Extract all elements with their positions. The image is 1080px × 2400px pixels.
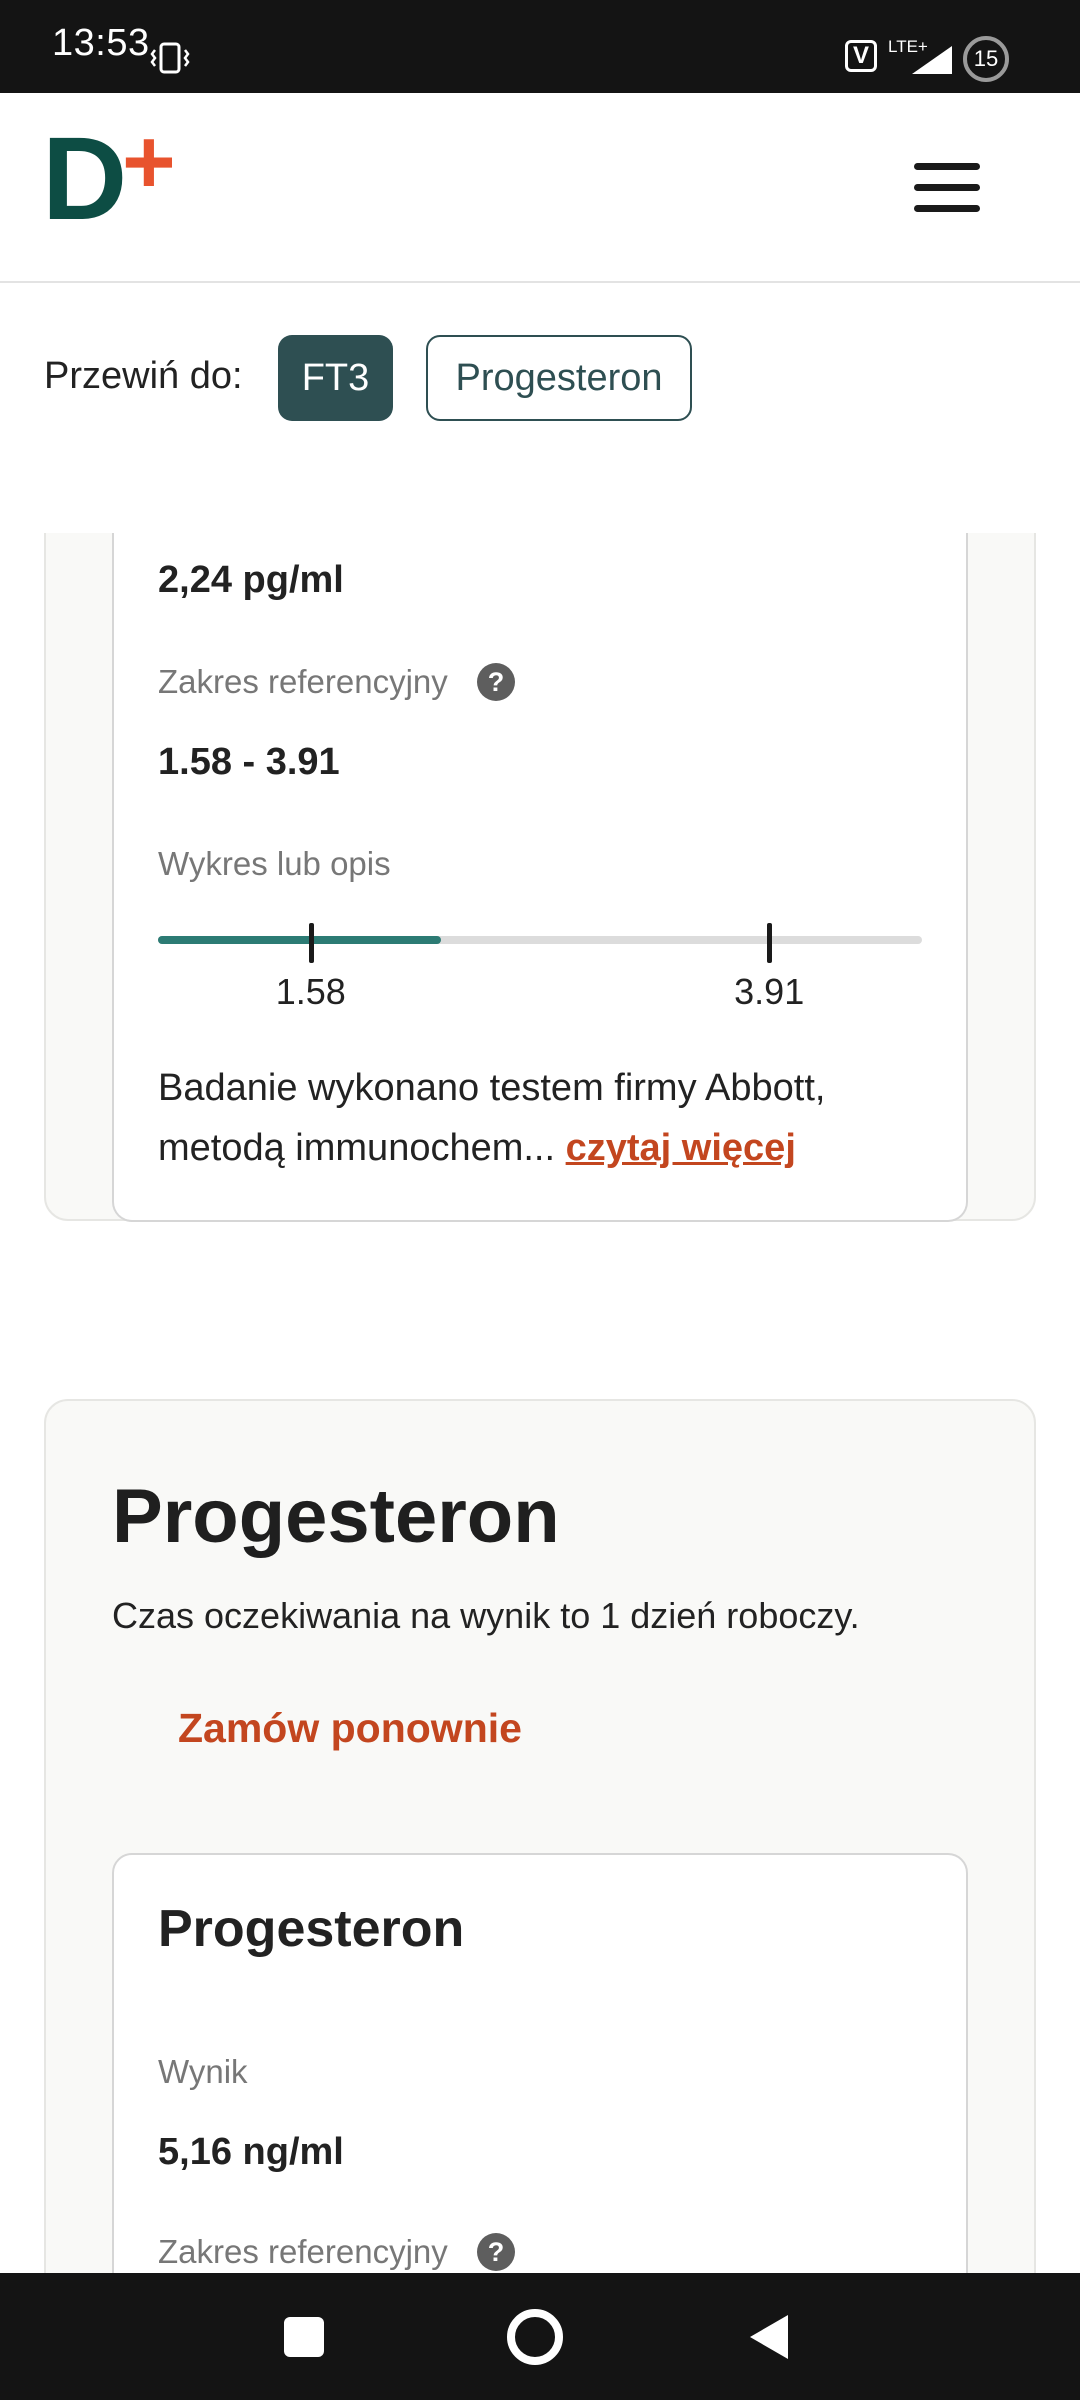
recents-square-icon[interactable] [284,2317,324,2357]
volte-icon: V [845,40,877,72]
range-max-label: 3.91 [734,971,805,1012]
ft3-reference-value: 1.58 - 3.91 [158,741,340,783]
system-navigation-bar [0,2273,1080,2400]
progesteron-card-title: Progesteron [158,1900,465,1958]
chip-progesteron[interactable]: Progesteron [426,335,692,421]
battery-level: 15 [973,46,999,71]
home-circle-icon[interactable] [507,2309,563,2365]
help-icon[interactable]: ? [477,663,515,701]
ft3-reference-label: Zakres referencyjny [158,663,448,700]
read-more-link[interactable]: czytaj więcej [566,1127,796,1169]
progesteron-reference-label: Zakres referencyjny [158,2233,448,2270]
help-icon[interactable]: ? [477,2233,515,2271]
battery-icon: 15 [963,36,1009,82]
progesteron-section-title: Progesteron [112,1474,560,1559]
range-min-tick [308,923,314,963]
status-time: 13:53 [52,22,150,64]
progesteron-result-label: Wynik [158,2053,248,2090]
ft3-description: Badanie wykonano testem firmy Abbott, me… [158,1058,918,1178]
reference-range-fill [158,936,441,944]
progesteron-result-value: 5,16 ng/ml [158,2131,344,2173]
brand-logo[interactable]: D + [42,131,202,223]
ft3-result-value: 2,24 pg/ml [158,559,344,601]
logo-plus: + [122,131,176,213]
back-triangle-icon[interactable] [748,2313,790,2361]
site-header: D + [0,93,1080,283]
range-min-label: 1.58 [275,971,346,1012]
reorder-button[interactable]: Zamów ponownie [178,1705,522,1752]
progesteron-wait-time: Czas oczekiwania na wynik to 1 dzień rob… [112,1595,860,1636]
range-max-tick [767,923,773,963]
hamburger-menu-icon[interactable] [914,163,980,213]
scroll-to-bar: Przewiń do: FT3 Progesteron [0,283,1080,533]
chip-ft3[interactable]: FT3 [278,335,393,421]
vibrate-icon [150,42,190,74]
signal-icon [912,46,952,74]
status-bar: 13:53 V LTE+ 15 [0,0,1080,93]
reference-range-bar [158,936,922,944]
scroll-to-label: Przewiń do: [44,355,243,397]
results-content: 2,24 pg/ml Zakres referencyjny ? 1.58 - … [0,533,1080,2273]
logo-letter: D [42,131,127,223]
ft3-chart-label: Wykres lub opis [158,845,391,882]
